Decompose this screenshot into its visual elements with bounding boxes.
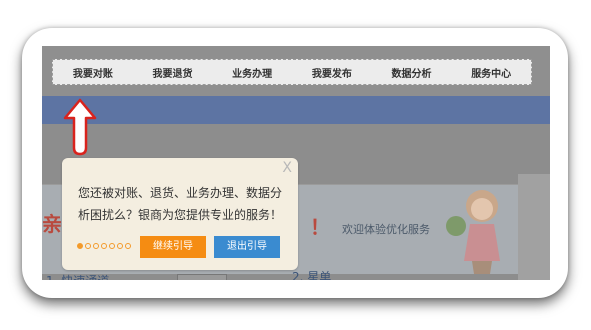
header-strip: [42, 96, 550, 124]
step1-label: 1. 快速通道: [46, 272, 109, 280]
close-icon[interactable]: X: [282, 160, 292, 176]
step-dot[interactable]: [117, 243, 123, 249]
step2-label: 2. 星单: [292, 270, 332, 280]
mascot-illustration: [446, 190, 500, 274]
nav-item-business[interactable]: 业务办理: [212, 65, 292, 80]
continue-guide-button[interactable]: 继续引导: [140, 236, 206, 258]
step-dot[interactable]: [93, 243, 99, 249]
nav-item-return[interactable]: 我要退货: [133, 65, 213, 80]
banner-welcome-text: 欢迎体验优化服务: [342, 223, 430, 236]
step-dot[interactable]: [77, 243, 83, 249]
guide-message: 您还被对账、退货、业务办理、数据分 析困扰么？银商为您提供专业的服务！: [78, 182, 288, 226]
step-dot[interactable]: [101, 243, 107, 249]
up-arrow-icon: [63, 98, 97, 156]
side-panel: [518, 174, 550, 280]
top-nav: 我要对账 我要退货 业务办理 我要发布 数据分析 服务中心: [52, 59, 532, 85]
step-dot[interactable]: [109, 243, 115, 249]
guide-line-2: 析困扰么？银商为您提供专业的服务！: [78, 208, 283, 222]
quick-input[interactable]: [177, 274, 227, 280]
step-indicator: [77, 243, 131, 249]
nav-item-analytics[interactable]: 数据分析: [372, 65, 452, 80]
step-dot[interactable]: [85, 243, 91, 249]
banner-exclamation: ！: [310, 215, 330, 239]
nav-item-reconcile[interactable]: 我要对账: [53, 65, 133, 80]
nav-item-publish[interactable]: 我要发布: [292, 65, 372, 80]
nav-item-service-center[interactable]: 服务中心: [451, 65, 531, 80]
exit-guide-button[interactable]: 退出引导: [214, 236, 280, 258]
guide-line-1: 您还被对账、退货、业务办理、数据分: [78, 186, 283, 200]
banner-title: 亲: [42, 212, 62, 236]
step-dot[interactable]: [125, 243, 131, 249]
guide-popup: X 您还被对账、退货、业务办理、数据分 析困扰么？银商为您提供专业的服务！ 继续…: [62, 158, 298, 270]
